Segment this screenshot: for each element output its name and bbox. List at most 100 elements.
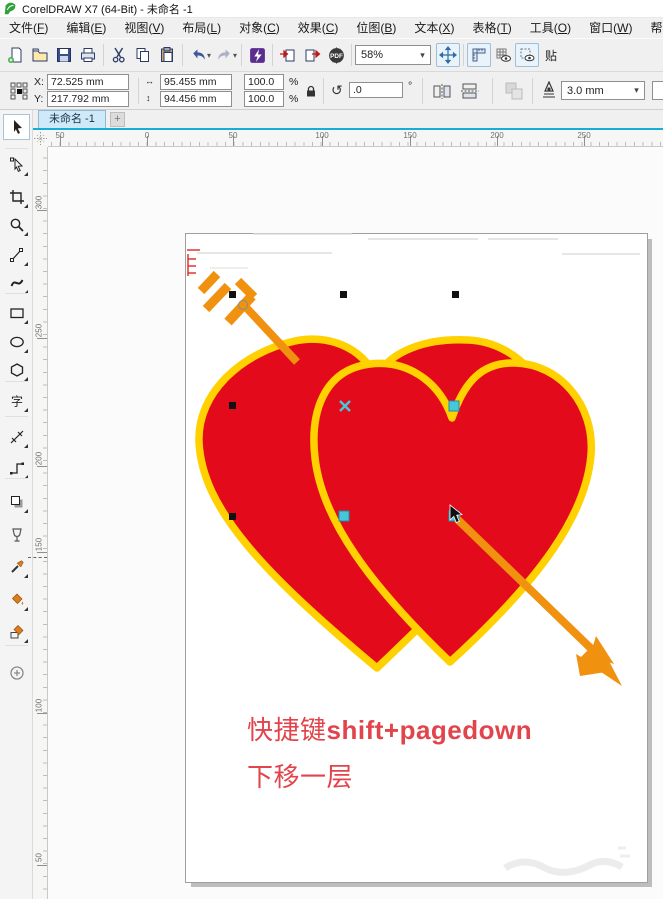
- object-position-icon: [10, 82, 28, 100]
- menu-item-5[interactable]: 效果(C): [289, 18, 348, 38]
- ruler-label: 250: [35, 324, 44, 338]
- faint-streaks: [197, 234, 640, 268]
- ruler-label: 200: [35, 452, 44, 466]
- freehand-tool[interactable]: [3, 242, 30, 268]
- rotation-field[interactable]: .0: [349, 82, 403, 98]
- arrow-fletching[interactable]: [201, 274, 297, 362]
- color-eyedropper-tool[interactable]: [3, 554, 30, 580]
- outline-width-combobox[interactable]: 3.0 mm ▾: [561, 81, 645, 100]
- transparency-tool[interactable]: [3, 522, 30, 548]
- scale-width-field[interactable]: 100.0: [244, 74, 284, 90]
- freehand-icon: [9, 247, 25, 263]
- drawing-canvas[interactable]: 快捷键shift+pagedown 下移一层: [48, 147, 663, 899]
- publish-pdf-button[interactable]: PDF: [324, 43, 348, 67]
- menu-item-11[interactable]: 帮助(H): [641, 18, 663, 38]
- redo-dropdown-caret[interactable]: ▾: [233, 51, 237, 60]
- document-tab-bar: 未命名 -1 +: [33, 110, 663, 129]
- node-marker[interactable]: [339, 511, 349, 521]
- menu-item-0[interactable]: 文件(F): [0, 18, 57, 38]
- ellipse-tool[interactable]: [3, 329, 30, 355]
- print-button[interactable]: [76, 43, 100, 67]
- open-button[interactable]: [28, 43, 52, 67]
- y-position-field[interactable]: 217.792 mm: [47, 91, 129, 107]
- rectangle-tool[interactable]: [3, 300, 30, 326]
- ruler-label: 100: [35, 699, 44, 713]
- zoom-tool[interactable]: [3, 212, 30, 238]
- rulers-toggle-button[interactable]: [467, 43, 491, 67]
- ruler-origin-corner[interactable]: [33, 130, 48, 147]
- menu-item-10[interactable]: 窗口(W): [580, 18, 641, 38]
- horizontal-ruler[interactable]: 50050100150200250: [48, 130, 663, 147]
- export-button[interactable]: [300, 43, 324, 67]
- zoom-level-combobox[interactable]: 58% ▾: [355, 45, 431, 65]
- menu-item-4[interactable]: 对象(C): [230, 18, 289, 38]
- menu-item-2[interactable]: 视图(V): [115, 18, 173, 38]
- snap-to-label-partial[interactable]: 贴: [545, 47, 557, 64]
- menu-item-9[interactable]: 工具(O): [521, 18, 580, 38]
- x-position-field[interactable]: 72.525 mm: [47, 74, 129, 90]
- height-field[interactable]: 94.456 mm: [160, 91, 232, 107]
- save-button[interactable]: [52, 43, 76, 67]
- new-document-button[interactable]: [4, 43, 28, 67]
- fill-tool[interactable]: [3, 587, 30, 613]
- coreldraw-window: CorelDRAW X7 (64-Bit) - 未命名 -1 文件(F)编辑(E…: [0, 0, 663, 899]
- menu-item-1[interactable]: 编辑(E): [57, 18, 115, 38]
- y-label: Y:: [34, 93, 43, 105]
- undo-dropdown-caret[interactable]: ▾: [207, 51, 211, 60]
- standard-toolbar: ▾ ▾ PDF 58% ▾ 贴: [0, 38, 663, 72]
- drop-shadow-tool[interactable]: [3, 489, 30, 515]
- ruler-label: 250: [577, 131, 590, 140]
- application-launcher-button[interactable]: [245, 43, 269, 67]
- cut-button[interactable]: [107, 43, 131, 67]
- selection-handle[interactable]: [229, 291, 236, 298]
- mirror-vertical-button[interactable]: [460, 82, 480, 100]
- title-bar: CorelDRAW X7 (64-Bit) - 未命名 -1: [0, 0, 663, 18]
- height-icon: ↕: [146, 93, 151, 103]
- menu-item-6[interactable]: 位图(B): [347, 18, 405, 38]
- selection-handle[interactable]: [452, 291, 459, 298]
- toolbox-separator: [5, 416, 28, 417]
- copy-button[interactable]: [131, 43, 155, 67]
- scale-height-field[interactable]: 100.0: [244, 91, 284, 107]
- menu-item-7[interactable]: 文本(X): [405, 18, 463, 38]
- grid-toggle-button[interactable]: [491, 43, 515, 67]
- interactive-fill-tool[interactable]: [3, 619, 30, 645]
- new-tab-button[interactable]: +: [110, 112, 125, 127]
- ruler-tick: [37, 865, 47, 866]
- mirror-horizontal-button[interactable]: [432, 82, 452, 100]
- text-tool[interactable]: 字: [3, 388, 30, 414]
- ruler-tick: [37, 466, 47, 467]
- import-button[interactable]: [276, 43, 300, 67]
- shape-tool[interactable]: [3, 152, 30, 178]
- percent-label: %: [289, 76, 298, 88]
- selection-handle[interactable]: [340, 291, 347, 298]
- vertical-ruler[interactable]: 30025020015010050: [33, 147, 48, 899]
- degree-label: °: [408, 80, 412, 92]
- crop-tool[interactable]: [3, 184, 30, 210]
- snap-toggle-button[interactable]: [515, 43, 539, 67]
- dimension-tool[interactable]: [3, 424, 30, 450]
- width-field[interactable]: 95.455 mm: [160, 74, 232, 90]
- group-objects-icon-disabled: [504, 81, 524, 101]
- menu-bar: 文件(F)编辑(E)视图(V)布局(L)对象(C)效果(C)位图(B)文本(X)…: [0, 18, 663, 38]
- menu-item-3[interactable]: 布局(L): [173, 18, 230, 38]
- pan-button[interactable]: [436, 43, 460, 67]
- quick-customize-button[interactable]: [3, 660, 30, 686]
- node-marker[interactable]: [449, 401, 459, 411]
- pick-tool[interactable]: [3, 114, 30, 140]
- crop-icon: [9, 189, 25, 205]
- ruler-label: 50: [56, 131, 65, 140]
- paste-button[interactable]: [155, 43, 179, 67]
- selection-handle[interactable]: [229, 402, 236, 409]
- toolbox: 字: [0, 110, 33, 899]
- polygon-tool[interactable]: [3, 357, 30, 383]
- selection-handle[interactable]: [229, 513, 236, 520]
- toolbar-separator: [272, 44, 273, 66]
- rotation-icon: ↺: [331, 82, 343, 99]
- document-tab[interactable]: 未命名 -1: [38, 110, 106, 128]
- menu-item-8[interactable]: 表格(T): [463, 18, 520, 38]
- partial-control[interactable]: [652, 81, 663, 100]
- shadow-icon: [9, 494, 25, 510]
- toolbox-separator: [5, 645, 28, 646]
- lock-ratio-icon[interactable]: [305, 85, 317, 98]
